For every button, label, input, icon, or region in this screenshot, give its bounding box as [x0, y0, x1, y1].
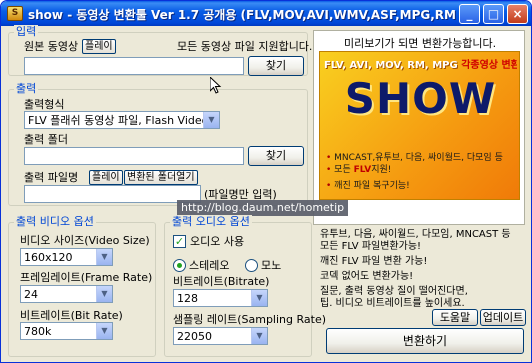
banner-formats-tail: 각종영상 변환: [461, 60, 517, 71]
framerate-select[interactable]: 24 ▼: [20, 285, 113, 303]
use-audio-label: 오디오 사용: [190, 235, 245, 248]
input-play-button[interactable]: 플레이: [82, 39, 116, 54]
mono-label: 모노: [261, 259, 282, 272]
stereo-label: 스테레오: [189, 259, 230, 272]
framerate-value: 24: [24, 288, 38, 301]
banner-line-2: 깨진 파일 복구기능!: [326, 181, 410, 192]
framerate-label: 프레임레이트(Frame Rate): [20, 271, 153, 284]
filename-label: 출력 파일명: [24, 171, 79, 184]
video-size-value: 160x120: [24, 251, 73, 264]
window-title: show - 동영상 변환툴 Ver 1.7 공개용 (FLV,MOV,AVI,…: [28, 8, 458, 22]
samplerate-label: 샘플링 레이트(Sampling Rate): [173, 313, 327, 326]
stereo-radio[interactable]: [173, 259, 186, 272]
maximize-button[interactable]: □: [483, 4, 504, 24]
folder-browse-button[interactable]: 찾기: [248, 146, 304, 166]
input-group: 입력 원본 동영상 플레이 모든 동영상 파일 지원합니다. 찾기: [8, 25, 312, 76]
source-path-input[interactable]: [24, 57, 244, 75]
banner-line-1b: 모든 FLV지원!: [326, 165, 391, 176]
audio-bitrate-value: 128: [177, 292, 198, 305]
info-line-3: 깨진 FLV 파일 변환 가능!: [320, 256, 428, 267]
app-window: S show - 동영상 변환툴 Ver 1.7 공개용 (FLV,MOV,AV…: [0, 0, 532, 363]
video-bitrate-select[interactable]: 780k ▼: [20, 322, 113, 340]
chevron-down-icon[interactable]: ▼: [96, 249, 112, 265]
output-filename-input[interactable]: [24, 185, 201, 203]
output-group-label: 출력: [14, 82, 39, 95]
help-button[interactable]: 도움말: [432, 309, 478, 326]
audio-bitrate-select[interactable]: 128 ▼: [173, 289, 268, 307]
close-button[interactable]: ×: [507, 4, 528, 24]
minimize-button[interactable]: _: [459, 4, 480, 24]
mono-radio[interactable]: [245, 259, 258, 272]
open-folder-button[interactable]: 변환된 폴더열기: [124, 170, 198, 185]
preview-caption: 미리보기가 되면 변환가능합니다.: [344, 37, 497, 50]
banner-line-1d: 지원!: [371, 165, 392, 175]
video-options-group: 출력 비디오 옵션 비디오 사이즈(Video Size) 160x120 ▼ …: [8, 215, 156, 357]
audio-options-group: 출력 오디오 옵션 ✓ 오디오 사용 스테레오 모노 비트레이트(Bitrate…: [164, 215, 326, 357]
info-line-4: 코덱 없어도 변환가능!: [320, 271, 414, 282]
format-select[interactable]: FLV 플래쉬 동영상 파일, Flash Video ▼: [24, 111, 220, 129]
samplerate-value: 22050: [177, 330, 212, 343]
banner-line-1: MNCAST,유투브, 다음, 싸이월드, 다모임 등: [326, 153, 503, 164]
info-line-2: 모든 FLV 파일변환가능!: [320, 241, 422, 252]
output-play-button[interactable]: 플레이: [89, 170, 123, 185]
title-bar[interactable]: S show - 동영상 변환툴 Ver 1.7 공개용 (FLV,MOV,AV…: [1, 1, 531, 26]
info-line-5: 질문, 출력 동영상 질이 떨어진다면,: [320, 286, 468, 297]
audio-bitrate-label: 비트레이트(Bitrate): [173, 275, 270, 288]
support-text: 모든 동영상 파일 지원합니다.: [177, 40, 313, 53]
convert-button[interactable]: 변환하기: [326, 328, 524, 354]
video-group-label: 출력 비디오 옵션: [14, 215, 96, 228]
output-folder-input[interactable]: [24, 147, 244, 165]
source-browse-button[interactable]: 찾기: [248, 56, 304, 76]
chevron-down-icon[interactable]: ▼: [203, 112, 219, 128]
source-label: 원본 동영상: [24, 40, 79, 53]
banner-title: SHOW: [344, 74, 497, 123]
input-group-label: 입력: [14, 25, 39, 38]
format-value: FLV 플래쉬 동영상 파일, Flash Video: [28, 114, 209, 127]
preview-panel: 미리보기가 되면 변환가능합니다. FLV, AVI, MOV, RM, MPG…: [313, 30, 525, 225]
audio-group-label: 출력 오디오 옵션: [170, 215, 252, 228]
video-size-label: 비디오 사이즈(Video Size): [20, 234, 150, 247]
folder-label: 출력 폴더: [24, 133, 68, 146]
use-audio-checkbox[interactable]: ✓: [173, 235, 186, 248]
format-label: 출력형식: [24, 98, 65, 111]
banner-formats-text: FLV, AVI, MOV, RM, MPG: [324, 60, 458, 71]
chevron-down-icon[interactable]: ▼: [96, 286, 112, 302]
chevron-down-icon[interactable]: ▼: [251, 328, 267, 344]
video-bitrate-value: 780k: [24, 325, 52, 338]
client-area: 입력 원본 동영상 플레이 모든 동영상 파일 지원합니다. 찾기 출력 출력형…: [4, 25, 528, 361]
chevron-down-icon[interactable]: ▼: [96, 323, 112, 339]
banner-line-1b-text: 모든: [334, 165, 351, 175]
video-size-select[interactable]: 160x120 ▼: [20, 248, 113, 266]
video-bitrate-label: 비트레이트(Bit Rate): [20, 309, 123, 322]
info-line-1: 유투브, 다음, 싸이월드, 다모임, MNCAST 등: [320, 229, 511, 240]
samplerate-select[interactable]: 22050 ▼: [173, 327, 268, 345]
banner-formats: FLV, AVI, MOV, RM, MPG 각종영상 변환: [324, 56, 517, 71]
app-icon[interactable]: S: [7, 6, 23, 21]
promo-banner: FLV, AVI, MOV, RM, MPG 각종영상 변환 SHOW MNCA…: [319, 51, 520, 200]
blog-watermark: http://blog.daum.net/hometip: [177, 200, 349, 216]
banner-line-1c: FLV: [353, 165, 372, 175]
chevron-down-icon[interactable]: ▼: [251, 290, 267, 306]
update-button[interactable]: 업데이트: [480, 309, 526, 326]
output-group: 출력 출력형식 FLV 플래쉬 동영상 파일, Flash Video ▼ 출력…: [8, 82, 308, 206]
